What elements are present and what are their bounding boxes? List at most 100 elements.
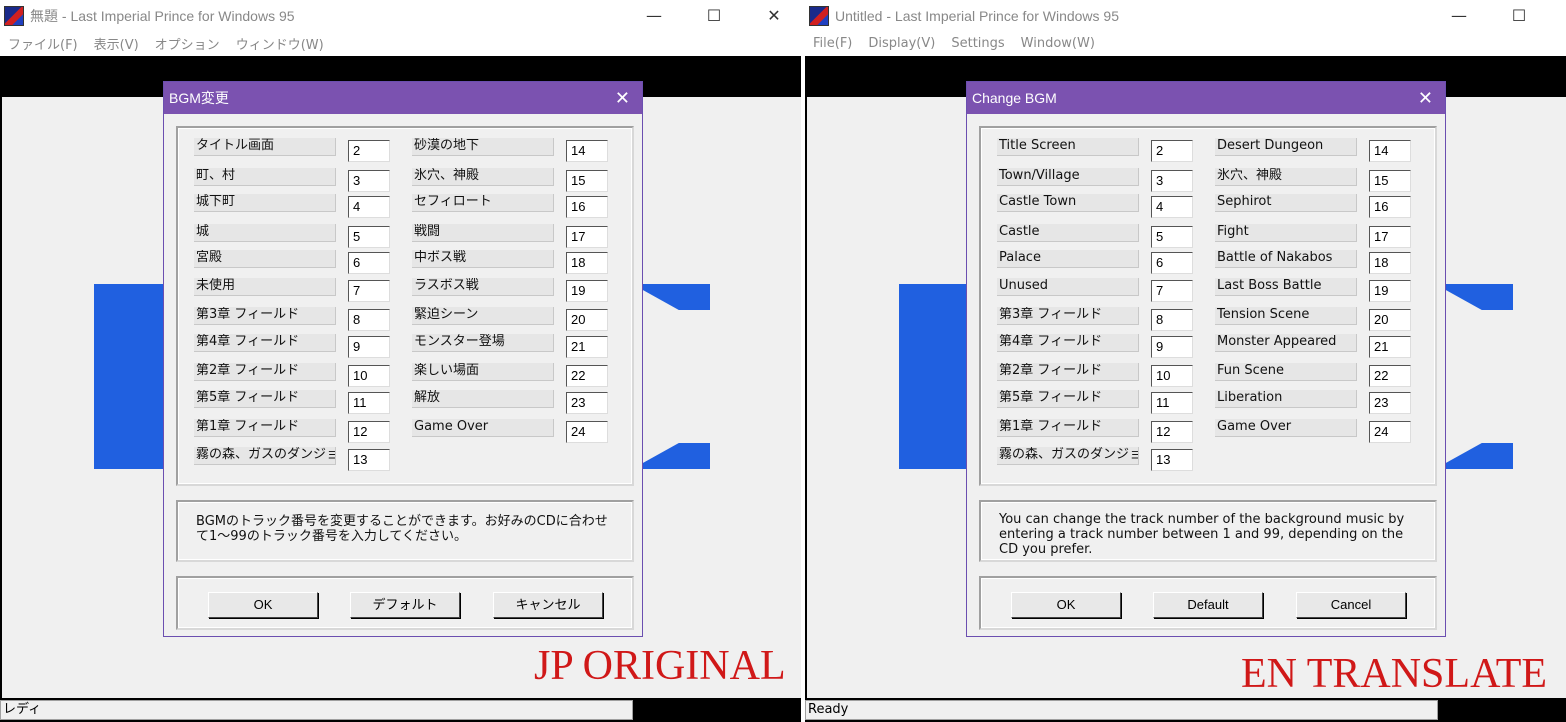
track-label: 第3章 フィールド xyxy=(997,307,1139,325)
track-number-input[interactable]: 7 xyxy=(348,280,390,302)
track-number-input[interactable]: 13 xyxy=(348,449,390,471)
track-label: 第2章 フィールド xyxy=(997,363,1139,381)
track-label: Town/Village xyxy=(997,168,1139,186)
track-number-input[interactable]: 18 xyxy=(566,252,608,274)
track-label: Sephirot xyxy=(1215,194,1357,212)
track-label: Castle xyxy=(997,224,1139,242)
track-number-input[interactable]: 16 xyxy=(1369,196,1411,218)
track-label: 第5章 フィールド xyxy=(997,390,1139,408)
track-number-input[interactable]: 9 xyxy=(1151,336,1193,358)
description-group: You can change the track number of the b… xyxy=(979,500,1437,562)
description-text: You can change the track number of the b… xyxy=(999,512,1405,557)
menu-bar: ファイル(F) 表示(V) オプション ウィンドウ(W) xyxy=(0,31,801,56)
track-label: 宮殿 xyxy=(194,250,336,268)
track-number-input[interactable]: 15 xyxy=(566,170,608,192)
track-label: 砂漠の地下 xyxy=(412,138,554,156)
track-number-input[interactable]: 15 xyxy=(1369,170,1411,192)
track-number-input[interactable]: 4 xyxy=(1151,196,1193,218)
track-number-input[interactable]: 12 xyxy=(348,421,390,443)
track-label: Game Over xyxy=(1215,419,1357,437)
menu-file[interactable]: File(F) xyxy=(805,36,860,51)
track-label: 第5章 フィールド xyxy=(194,390,336,408)
status-bar: Ready xyxy=(805,698,1566,722)
track-number-input[interactable]: 2 xyxy=(1151,140,1193,162)
minimize-icon[interactable]: — xyxy=(1436,0,1482,31)
track-label: Liberation xyxy=(1215,390,1357,408)
menu-window[interactable]: Window(W) xyxy=(1013,36,1103,51)
track-number-input[interactable]: 23 xyxy=(566,392,608,414)
en-translate-label: EN TRANSLATE xyxy=(1241,651,1548,697)
track-number-input[interactable]: 10 xyxy=(1151,365,1193,387)
track-number-input[interactable]: 8 xyxy=(348,309,390,331)
track-label: 中ボス戦 xyxy=(412,250,554,268)
track-number-input[interactable]: 20 xyxy=(1369,309,1411,331)
menu-file[interactable]: ファイル(F) xyxy=(0,34,86,53)
track-number-input[interactable]: 22 xyxy=(566,365,608,387)
track-number-input[interactable]: 20 xyxy=(566,309,608,331)
track-number-input[interactable]: 6 xyxy=(348,252,390,274)
ok-button[interactable]: OK xyxy=(208,592,318,618)
menu-display[interactable]: Display(V) xyxy=(860,36,943,51)
track-label: Castle Town xyxy=(997,194,1139,212)
maximize-icon[interactable]: ☐ xyxy=(691,0,737,31)
maximize-icon[interactable]: ☐ xyxy=(1496,0,1542,31)
menu-display[interactable]: 表示(V) xyxy=(86,34,147,53)
track-number-input[interactable]: 9 xyxy=(348,336,390,358)
track-number-input[interactable]: 19 xyxy=(1369,280,1411,302)
track-number-input[interactable]: 2 xyxy=(348,140,390,162)
track-number-input[interactable]: 17 xyxy=(1369,226,1411,248)
track-number-input[interactable]: 10 xyxy=(348,365,390,387)
ok-button[interactable]: OK xyxy=(1011,592,1121,618)
menu-window[interactable]: ウィンドウ(W) xyxy=(228,34,332,53)
dialog-close-icon[interactable]: ✕ xyxy=(1418,82,1433,114)
track-label: 未使用 xyxy=(194,278,336,296)
track-label: 霧の森、ガスのダンジョン xyxy=(997,447,1139,465)
track-label: 戦闘 xyxy=(412,224,554,242)
track-label: 霧の森、ガスのダンジョン xyxy=(194,447,336,465)
track-number-input[interactable]: 5 xyxy=(348,226,390,248)
track-number-input[interactable]: 7 xyxy=(1151,280,1193,302)
menu-settings[interactable]: Settings xyxy=(943,36,1012,51)
track-number-input[interactable]: 8 xyxy=(1151,309,1193,331)
track-label: 第2章 フィールド xyxy=(194,363,336,381)
track-number-input[interactable]: 24 xyxy=(566,421,608,443)
track-number-input[interactable]: 14 xyxy=(1369,140,1411,162)
cancel-button[interactable]: キャンセル xyxy=(493,592,603,618)
minimize-icon[interactable]: — xyxy=(631,0,677,31)
track-number-input[interactable]: 3 xyxy=(1151,170,1193,192)
track-number-input[interactable]: 14 xyxy=(566,140,608,162)
default-button[interactable]: デフォルト xyxy=(350,592,460,618)
default-button[interactable]: Default xyxy=(1153,592,1263,618)
track-label: ラスボス戦 xyxy=(412,278,554,296)
track-label: モンスター登場 xyxy=(412,334,554,352)
close-icon[interactable]: ✕ xyxy=(751,0,797,31)
track-number-input[interactable]: 11 xyxy=(1151,392,1193,414)
track-label: 氷穴、神殿 xyxy=(1215,168,1357,186)
track-number-input[interactable]: 19 xyxy=(566,280,608,302)
dialog-close-icon[interactable]: ✕ xyxy=(615,82,630,114)
track-number-input[interactable]: 5 xyxy=(1151,226,1193,248)
cancel-button[interactable]: Cancel xyxy=(1296,592,1406,618)
track-number-input[interactable]: 6 xyxy=(1151,252,1193,274)
track-number-input[interactable]: 12 xyxy=(1151,421,1193,443)
track-label: Fight xyxy=(1215,224,1357,242)
track-label: Battle of Nakabos xyxy=(1215,250,1357,268)
track-number-input[interactable]: 18 xyxy=(1369,252,1411,274)
track-number-input[interactable]: 21 xyxy=(1369,336,1411,358)
track-number-input[interactable]: 13 xyxy=(1151,449,1193,471)
track-label: Palace xyxy=(997,250,1139,268)
track-number-input[interactable]: 3 xyxy=(348,170,390,192)
track-number-input[interactable]: 22 xyxy=(1369,365,1411,387)
track-number-input[interactable]: 17 xyxy=(566,226,608,248)
bgm-dialog: BGM変更 ✕ タイトル画面 2 町、村 3 城下町 4 城 5 宮殿 6 未使用 7 第3章 フィール… xyxy=(163,81,643,637)
track-number-input[interactable]: 11 xyxy=(348,392,390,414)
track-number-input[interactable]: 4 xyxy=(348,196,390,218)
track-number-input[interactable]: 23 xyxy=(1369,392,1411,414)
track-number-input[interactable]: 21 xyxy=(566,336,608,358)
track-label: 第4章 フィールド xyxy=(194,334,336,352)
track-number-input[interactable]: 24 xyxy=(1369,421,1411,443)
track-label: Title Screen xyxy=(997,138,1139,156)
menu-options[interactable]: オプション xyxy=(147,34,228,53)
track-label: Last Boss Battle xyxy=(1215,278,1357,296)
track-number-input[interactable]: 16 xyxy=(566,196,608,218)
